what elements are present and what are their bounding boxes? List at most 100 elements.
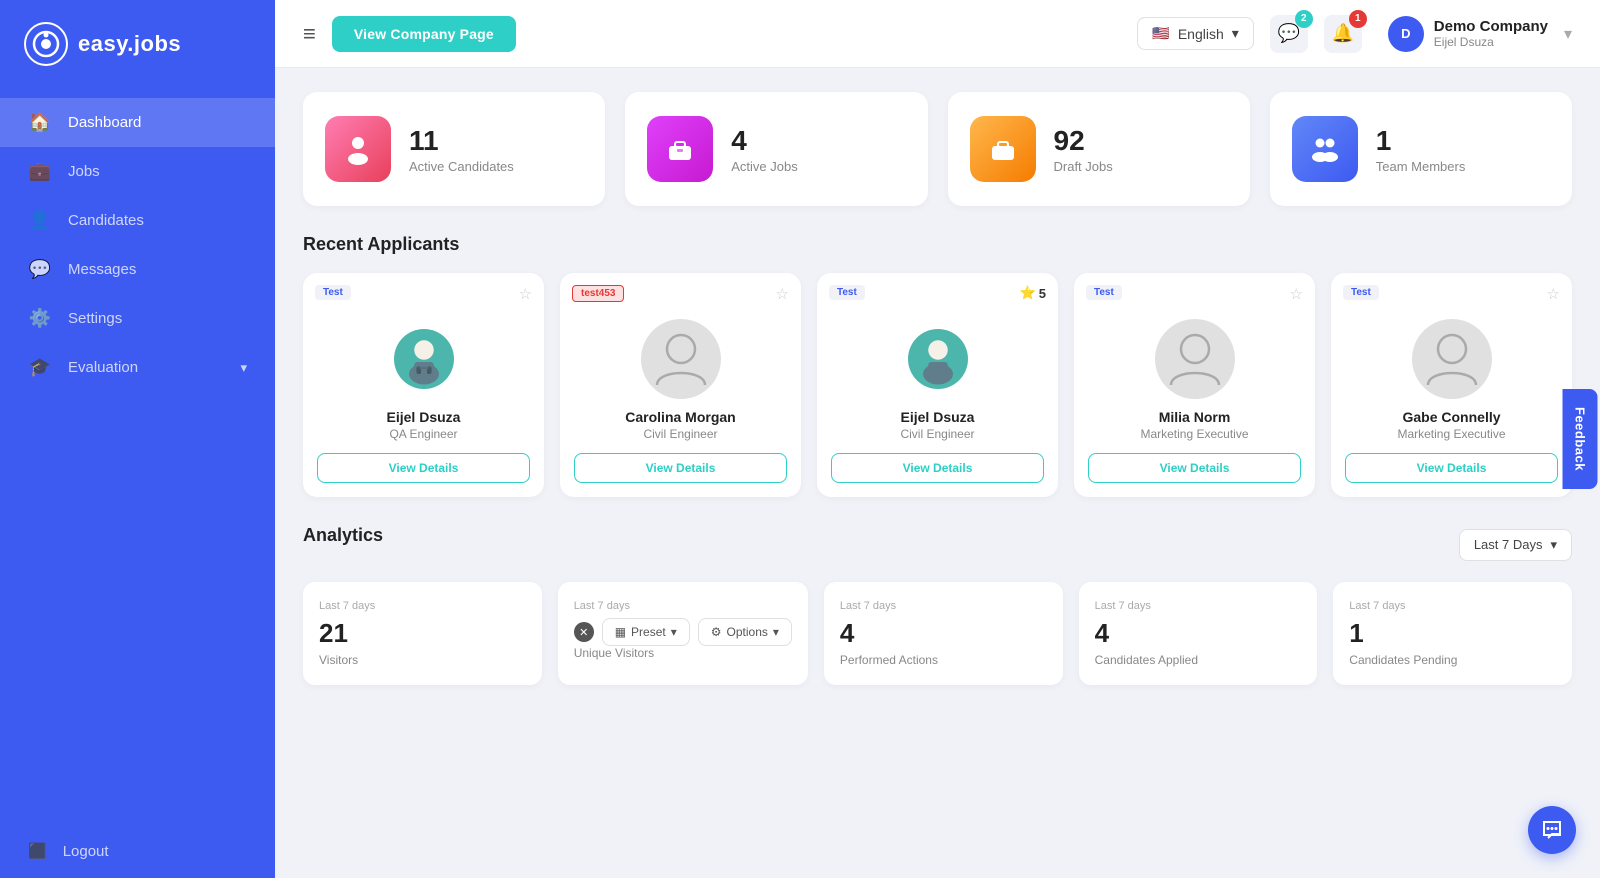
flag-icon: 🇺🇸: [1152, 25, 1169, 42]
chat-icon: 💬: [1278, 23, 1300, 44]
active-jobs-icon: [647, 116, 713, 182]
view-details-button-2[interactable]: View Details: [574, 453, 787, 483]
options-button[interactable]: ⚙ Options ▾: [698, 618, 792, 646]
sidebar-item-dashboard[interactable]: 🏠 Dashboard: [0, 98, 275, 147]
stat-card-active-jobs: 4 Active Jobs: [625, 92, 927, 206]
sidebar-item-evaluation[interactable]: 🎓 Evaluation ▾: [0, 343, 275, 392]
stat-card-draft-jobs: 92 Draft Jobs: [948, 92, 1250, 206]
unique-visitors-period: Last 7 days: [574, 600, 792, 612]
applicant-tag-5: Test: [1343, 285, 1379, 300]
sidebar-item-messages[interactable]: 💬 Messages: [0, 245, 275, 294]
applicant-star-1[interactable]: ☆: [519, 285, 532, 303]
stat-card-active-candidates: 11 Active Candidates: [303, 92, 605, 206]
draft-jobs-icon: [970, 116, 1036, 182]
analytics-header: Analytics Last 7 Days ▾: [303, 525, 1572, 564]
view-details-button-3[interactable]: View Details: [831, 453, 1044, 483]
candidates-applied-label: Candidates Applied: [1095, 653, 1302, 667]
view-details-button-1[interactable]: View Details: [317, 453, 530, 483]
applicant-avatar-2: [641, 319, 721, 399]
options-icon: ⚙: [711, 625, 722, 639]
language-selector[interactable]: 🇺🇸 English ▾: [1137, 17, 1253, 50]
analytics-title: Analytics: [303, 525, 383, 546]
applicant-name-2: Carolina Morgan: [625, 409, 735, 425]
applicant-star-2[interactable]: ☆: [776, 285, 789, 303]
applicant-tag-3: Test: [829, 285, 865, 300]
feedback-button[interactable]: Feedback: [1563, 389, 1598, 489]
logo-text: easy.jobs: [78, 31, 181, 57]
applicant-star-4[interactable]: ☆: [1290, 285, 1303, 303]
applicant-role-1: QA Engineer: [389, 427, 457, 441]
logo-icon: [24, 22, 68, 66]
chat-button[interactable]: 💬 2: [1270, 15, 1308, 53]
visitors-period: Last 7 days: [319, 600, 526, 612]
logout-button[interactable]: ⬛ Logout: [0, 824, 275, 878]
page-content: 11 Active Candidates 4 Active Jobs: [275, 68, 1600, 878]
close-button[interactable]: ✕: [574, 622, 594, 642]
header: ≡ View Company Page 🇺🇸 English ▾ 💬 2 🔔 1…: [275, 0, 1600, 68]
sidebar-item-candidates[interactable]: 👤 Candidates: [0, 196, 275, 245]
view-company-page-button[interactable]: View Company Page: [332, 16, 516, 52]
applicant-role-3: Civil Engineer: [900, 427, 974, 441]
team-members-label: Team Members: [1376, 159, 1466, 174]
applicant-avatar-1: [384, 319, 464, 399]
options-chevron-icon: ▾: [773, 625, 779, 639]
applicant-card-4: Test ☆ Milia Norm Marketing Executive Vi…: [1074, 273, 1315, 497]
logo[interactable]: easy.jobs: [0, 0, 275, 88]
active-candidates-label: Active Candidates: [409, 159, 514, 174]
candidates-icon: 👤: [28, 210, 52, 231]
team-members-icon: [1292, 116, 1358, 182]
chat-support-button[interactable]: [1528, 806, 1576, 854]
analytics-filter[interactable]: Last 7 Days ▾: [1459, 529, 1572, 561]
lang-chevron-icon: ▾: [1232, 25, 1239, 42]
applicant-name-5: Gabe Connelly: [1402, 409, 1500, 425]
applicant-name-4: Milia Norm: [1159, 409, 1231, 425]
jobs-icon: 💼: [28, 161, 52, 182]
options-label: Options: [727, 625, 768, 639]
notification-button[interactable]: 🔔 1: [1324, 15, 1362, 53]
unique-visitors-label: Unique Visitors: [574, 646, 792, 660]
analytics-card-candidates-pending: Last 7 days 1 Candidates Pending: [1333, 582, 1572, 685]
draft-jobs-label: Draft Jobs: [1054, 159, 1113, 174]
notification-badge: 1: [1349, 10, 1367, 28]
company-avatar: D: [1388, 16, 1424, 52]
team-members-number: 1: [1376, 125, 1466, 157]
logout-icon: ⬛: [28, 842, 47, 860]
view-details-button-5[interactable]: View Details: [1345, 453, 1558, 483]
chevron-down-icon: ▾: [240, 360, 247, 376]
settings-icon: ⚙️: [28, 308, 52, 329]
analytics-card-unique-visitors: Last 7 days ✕ ▦ Preset ▾ ⚙ Options ▾ Un: [558, 582, 808, 685]
sidebar-nav: 🏠 Dashboard 💼 Jobs 👤 Candidates 💬 Messag…: [0, 88, 275, 824]
preset-row: ✕ ▦ Preset ▾ ⚙ Options ▾: [574, 618, 792, 646]
candidates-applied-period: Last 7 days: [1095, 600, 1302, 612]
main-content: ≡ View Company Page 🇺🇸 English ▾ 💬 2 🔔 1…: [275, 0, 1600, 878]
logout-label: Logout: [63, 843, 109, 860]
applicant-role-4: Marketing Executive: [1140, 427, 1248, 441]
analytics-card-performed-actions: Last 7 days 4 Performed Actions: [824, 582, 1063, 685]
applicant-card-3: Test ⭐ 5 Eijel Dsuza Civil Engineer View…: [817, 273, 1058, 497]
candidates-pending-period: Last 7 days: [1349, 600, 1556, 612]
analytics-card-visitors: Last 7 days 21 Visitors: [303, 582, 542, 685]
preset-button[interactable]: ▦ Preset ▾: [602, 618, 690, 646]
applicant-avatar-5: [1412, 319, 1492, 399]
applicant-tag-1: Test: [315, 285, 351, 300]
applicant-rating-3: ⭐ 5: [1020, 285, 1046, 301]
applicant-card-2: test453 ☆ Carolina Morgan Civil Engineer…: [560, 273, 801, 497]
menu-icon[interactable]: ≡: [303, 21, 316, 47]
evaluation-icon: 🎓: [28, 357, 52, 378]
applicant-star-5[interactable]: ☆: [1547, 285, 1560, 303]
analytics-cards: Last 7 days 21 Visitors Last 7 days ✕ ▦ …: [303, 582, 1572, 685]
company-chevron-icon: ▾: [1564, 24, 1572, 44]
applicant-tag-2: test453: [572, 285, 624, 302]
preset-label: Preset: [631, 625, 666, 639]
preset-chevron-icon: ▾: [671, 625, 677, 639]
active-jobs-number: 4: [731, 125, 797, 157]
sidebar-item-settings[interactable]: ⚙️ Settings: [0, 294, 275, 343]
rating-value: 5: [1039, 286, 1046, 301]
filter-chevron-icon: ▾: [1550, 537, 1557, 553]
company-info[interactable]: D Demo Company Eijel Dsuza ▾: [1378, 16, 1572, 52]
visitors-value: 21: [319, 618, 526, 649]
view-details-button-4[interactable]: View Details: [1088, 453, 1301, 483]
applicant-avatar-3: [898, 319, 978, 399]
sidebar-item-jobs[interactable]: 💼 Jobs: [0, 147, 275, 196]
applicants-row: Test ☆ Eijel Dsuza QA Engineer View D: [303, 273, 1572, 497]
